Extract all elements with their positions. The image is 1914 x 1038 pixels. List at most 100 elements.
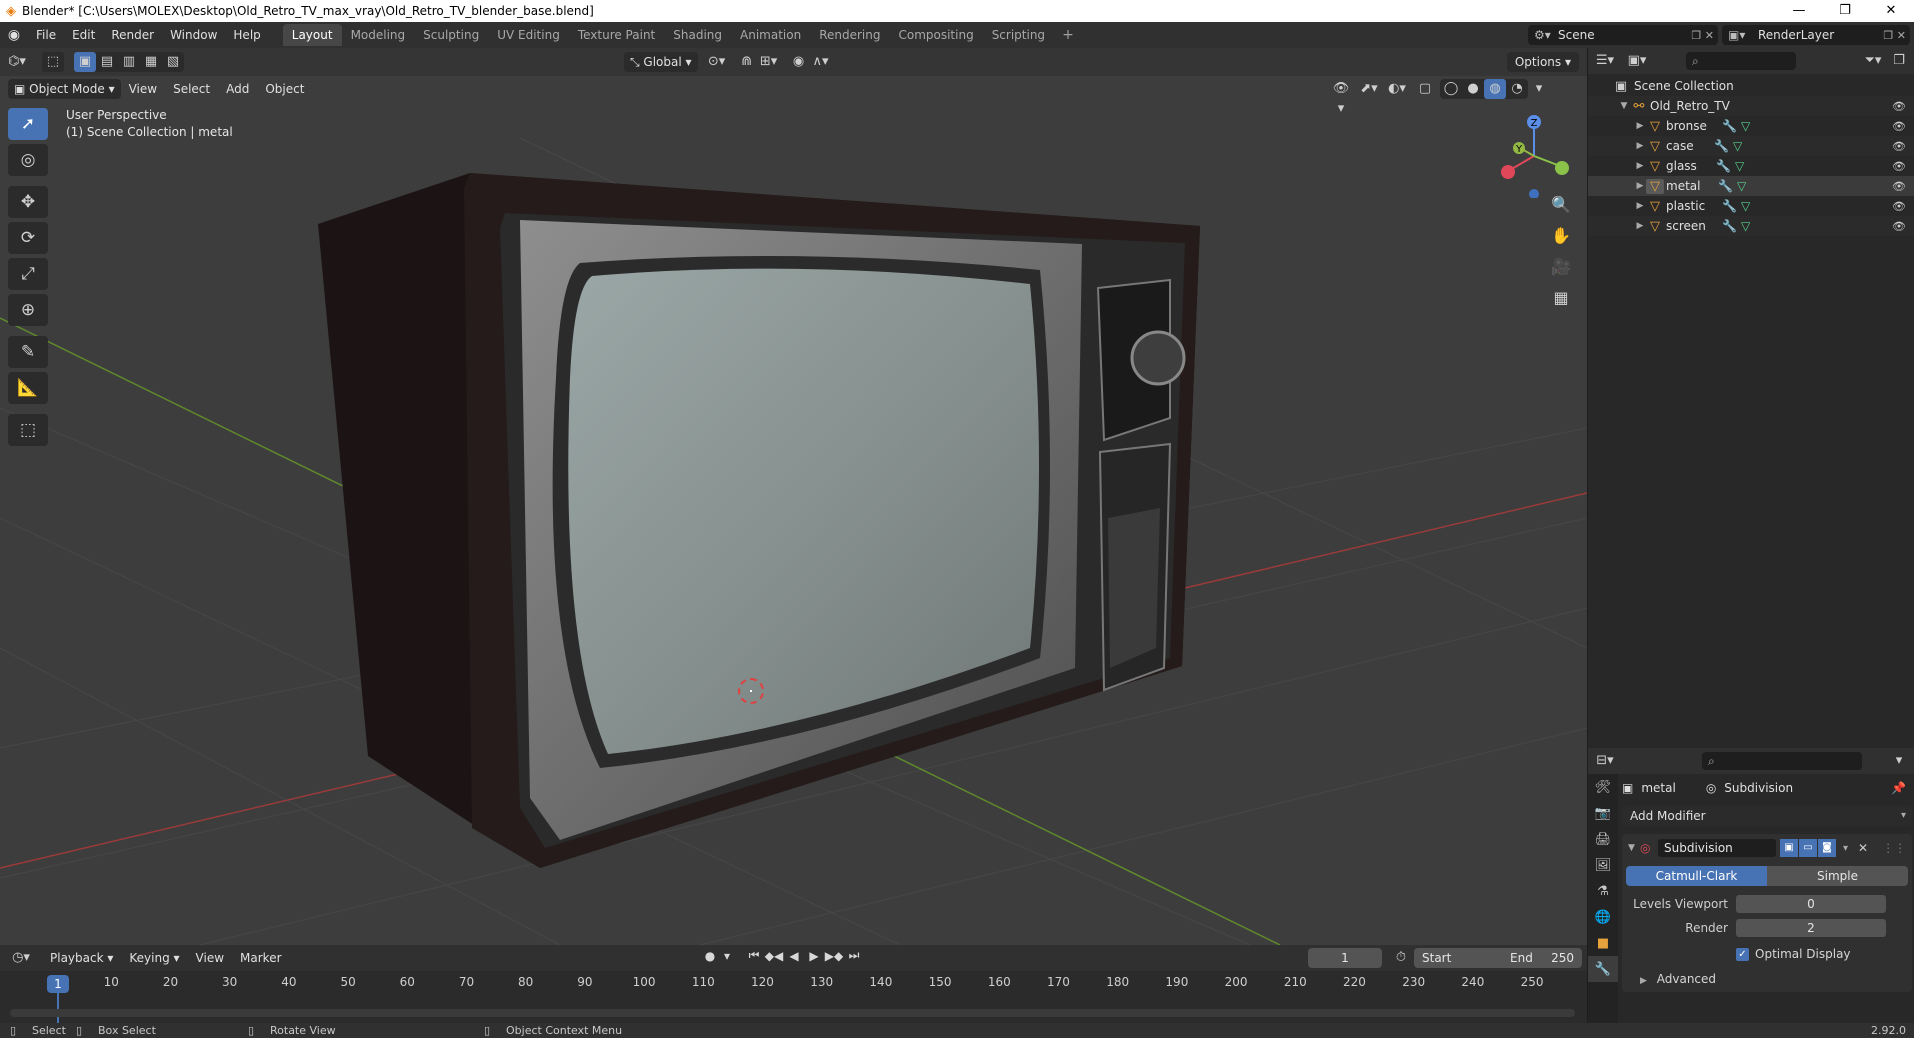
collapse-arrow-icon[interactable]: ▶: [1634, 201, 1646, 211]
add-cube-tool[interactable]: ⬚: [8, 414, 48, 446]
visibility-eye-icon[interactable]: 👁: [1892, 100, 1906, 113]
tab-layout[interactable]: Layout: [282, 24, 342, 46]
outliner-row-plastic[interactable]: ▶ ▽ plastic 🔧 ▽ 👁: [1588, 196, 1914, 216]
visibility-icon[interactable]: 👁▾: [1330, 79, 1352, 116]
menu-window[interactable]: Window: [162, 22, 225, 48]
rendered-shading-icon[interactable]: ◔: [1506, 79, 1528, 99]
visibility-eye-icon[interactable]: 👁: [1892, 180, 1906, 193]
tab-output[interactable]: 🖨: [1588, 826, 1618, 852]
proportional-edit-icon[interactable]: ◉: [788, 52, 810, 72]
wireframe-shading-icon[interactable]: ◯: [1440, 79, 1462, 99]
select-tool-icon[interactable]: ⬚: [42, 52, 64, 72]
move-tool[interactable]: ✥: [8, 186, 48, 218]
solid-shading-icon[interactable]: ●: [1462, 79, 1484, 99]
properties-search-input[interactable]: ⌕: [1702, 752, 1862, 770]
collapse-arrow-icon[interactable]: ▶: [1634, 161, 1646, 171]
render-levels-field[interactable]: 2: [1736, 919, 1886, 937]
tv-model[interactable]: [318, 173, 1200, 868]
measure-tool[interactable]: 📐: [8, 372, 48, 404]
tab-modeling[interactable]: Modeling: [342, 24, 415, 46]
gizmo-toggle-icon[interactable]: ⬈▾: [1358, 79, 1380, 99]
visibility-eye-icon[interactable]: 👁: [1892, 120, 1906, 133]
end-frame-field[interactable]: End 250: [1502, 948, 1582, 968]
menu-render[interactable]: Render: [103, 22, 162, 48]
timeline-menu-marker[interactable]: Marker: [232, 951, 289, 965]
tab-modifiers[interactable]: 🔧: [1588, 956, 1618, 982]
current-frame-field[interactable]: 1: [1308, 948, 1382, 968]
timeline-editor-type-icon[interactable]: ◷▾: [10, 948, 32, 968]
tab-animation[interactable]: Animation: [731, 24, 810, 46]
add-workspace-icon[interactable]: +: [1054, 27, 1082, 43]
tab-view-layer[interactable]: 🖼: [1588, 852, 1618, 878]
viewport-menu-select[interactable]: Select: [165, 82, 218, 96]
tab-object[interactable]: ■: [1588, 930, 1618, 956]
record-options-icon[interactable]: ▾: [720, 949, 734, 963]
play-icon[interactable]: ▶: [804, 949, 824, 963]
navigation-gizmo[interactable]: Z Y: [1494, 108, 1574, 198]
tab-scene[interactable]: ⚗: [1588, 878, 1618, 904]
select-invert-icon[interactable]: ▦: [140, 52, 162, 72]
blender-menu-icon[interactable]: ◉: [0, 27, 28, 43]
options-dropdown[interactable]: Options ▾: [1506, 52, 1579, 72]
render-toggle-icon[interactable]: ◙: [1818, 839, 1836, 857]
outliner-search-input[interactable]: ⌕: [1686, 52, 1796, 70]
tab-scripting[interactable]: Scripting: [983, 24, 1054, 46]
view-layer-actions-icon[interactable]: ❐ ✕: [1883, 29, 1906, 42]
catmull-clark-button[interactable]: Catmull-Clark: [1626, 866, 1767, 886]
gizmo-y-axis[interactable]: [1555, 161, 1569, 175]
transform-tool[interactable]: ⊕: [8, 294, 48, 326]
3d-viewport[interactable]: ⌬▾ ⬚ ▣ ▤ ▥ ▦ ▧ ⤡ Global ▾ ⊙▾ ⋒ ⊞▾ ◉ ∧▾ O…: [0, 48, 1587, 945]
3d-cursor-icon[interactable]: [738, 678, 764, 704]
rotate-tool[interactable]: ⟳: [8, 222, 48, 254]
select-extend-icon[interactable]: ▤: [96, 52, 118, 72]
snap-icon[interactable]: ⋒: [736, 52, 758, 72]
viewport-menu-add[interactable]: Add: [218, 82, 257, 96]
timeline-menu-playback[interactable]: Playback ▾: [42, 951, 121, 965]
zoom-button[interactable]: 🔍: [1546, 190, 1576, 218]
jump-start-icon[interactable]: ⏮: [744, 948, 764, 963]
tab-world[interactable]: 🌐: [1588, 904, 1618, 930]
falloff-icon[interactable]: ∧▾: [810, 52, 832, 72]
scene-selector[interactable]: ⚙▾ Scene ❐ ✕: [1528, 25, 1718, 45]
transform-orientation-dropdown[interactable]: ⤡ Global ▾: [624, 52, 698, 72]
timeline-menu-keying[interactable]: Keying ▾: [121, 951, 187, 965]
close-button[interactable]: ✕: [1868, 0, 1914, 22]
select-subtract-icon[interactable]: ▥: [118, 52, 140, 72]
levels-viewport-field[interactable]: 0: [1736, 895, 1886, 913]
select-new-icon[interactable]: ▣: [74, 52, 96, 72]
outliner-row-bronse[interactable]: ▶ ▽ bronse 🔧 ▽ 👁: [1588, 116, 1914, 136]
timeline-menu-view[interactable]: View: [188, 951, 232, 965]
stopwatch-icon[interactable]: ⏱: [1390, 948, 1412, 968]
simple-button[interactable]: Simple: [1767, 866, 1908, 886]
tab-render[interactable]: 📷: [1588, 800, 1618, 826]
menu-file[interactable]: File: [28, 22, 64, 48]
remove-modifier-icon[interactable]: ✕: [1858, 841, 1868, 855]
jump-end-icon[interactable]: ⏭: [844, 948, 864, 963]
material-preview-shading-icon[interactable]: ◍: [1484, 79, 1506, 99]
gizmo-x-axis[interactable]: [1501, 165, 1515, 179]
properties-editor-type-icon[interactable]: ⊟▾: [1594, 751, 1616, 771]
viewport-menu-object[interactable]: Object: [257, 82, 312, 96]
visibility-eye-icon[interactable]: 👁: [1892, 200, 1906, 213]
timeline-editor[interactable]: ◷▾ Playback ▾ Keying ▾ View Marker ● ▾ ⏮…: [0, 945, 1587, 1023]
scene-actions-icon[interactable]: ❐ ✕: [1691, 29, 1714, 42]
select-intersect-icon[interactable]: ▧: [162, 52, 184, 72]
visibility-eye-icon[interactable]: 👁: [1892, 140, 1906, 153]
modifier-name-field[interactable]: Subdivision: [1658, 839, 1776, 857]
minimize-button[interactable]: —: [1776, 0, 1822, 22]
tab-tool[interactable]: 🛠: [1588, 774, 1618, 800]
menu-edit[interactable]: Edit: [64, 22, 103, 48]
perspective-toggle-button[interactable]: ▦: [1546, 283, 1576, 311]
edit-mode-toggle-icon[interactable]: ▣: [1780, 839, 1798, 857]
editor-type-icon[interactable]: ⌬▾: [6, 52, 28, 72]
display-mode-icon[interactable]: ▣▾: [1626, 51, 1648, 71]
drag-handle-icon[interactable]: ⋮⋮: [1882, 841, 1906, 855]
properties-panel[interactable]: ⊟▾ ⌕ ▾ 🛠 📷 🖨 🖼 ⚗ 🌐 ■ 🔧 ▣ metal ◎ Subdivi…: [1588, 748, 1914, 1023]
outliner-row-glass[interactable]: ▶ ▽ glass 🔧 ▽ 👁: [1588, 156, 1914, 176]
outliner-panel[interactable]: ☰▾ ▣▾ ⌕ ⏷▾ ❐ ▣ Scene Collection ▼ ⚯ Old_…: [1588, 48, 1914, 748]
expand-arrow-icon[interactable]: ▼: [1618, 101, 1630, 111]
mode-dropdown[interactable]: ▣ Object Mode ▾: [8, 79, 121, 99]
filter-icon[interactable]: ⏷▾: [1862, 51, 1884, 71]
scale-tool[interactable]: ⤢: [8, 258, 48, 290]
pin-icon[interactable]: 📌: [1891, 781, 1906, 795]
